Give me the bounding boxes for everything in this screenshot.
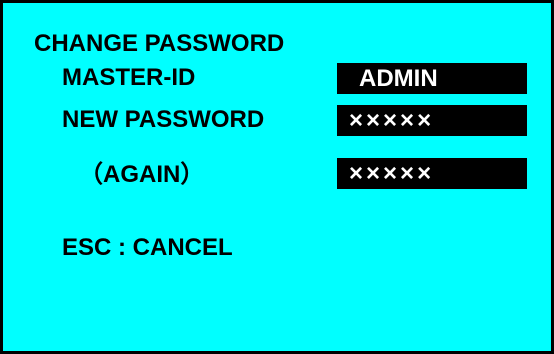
page-title: CHANGE PASSWORD — [34, 30, 285, 57]
esc-cancel-hint: ESC : CANCEL — [62, 234, 233, 261]
confirm-password-label: （AGAIN） — [79, 161, 205, 188]
master-id-field[interactable]: ADMIN — [337, 63, 527, 94]
change-password-screen: CHANGE PASSWORD MASTER-ID ADMIN NEW PASS… — [0, 0, 554, 354]
master-id-label: MASTER-ID — [62, 64, 196, 91]
new-password-field[interactable]: ××××× — [337, 105, 527, 136]
new-password-label: NEW PASSWORD — [62, 106, 265, 133]
confirm-password-field[interactable]: ××××× — [337, 158, 527, 189]
